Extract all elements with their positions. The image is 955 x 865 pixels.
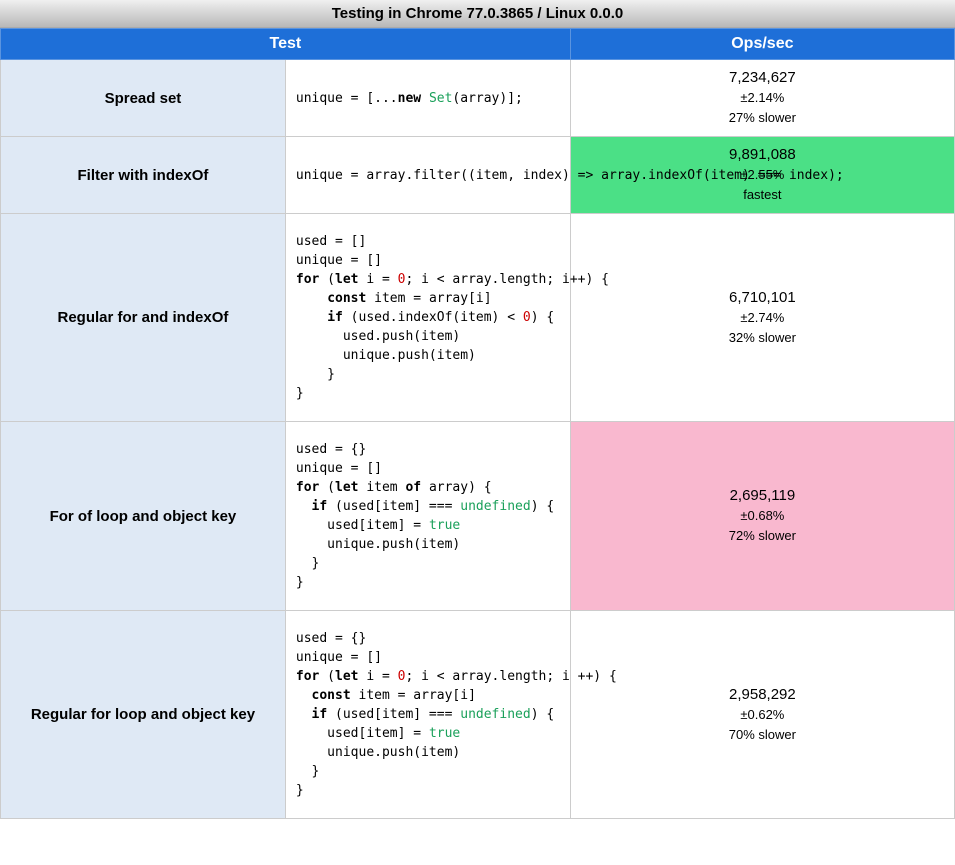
ops-value: 9,891,088 xyxy=(575,145,950,165)
table-row: Regular for and indexOfused = [] unique … xyxy=(1,214,955,422)
benchmark-table: Test Ops/sec Spread setunique = [...new … xyxy=(0,28,955,819)
ops-note: fastest xyxy=(575,185,950,205)
ops-margin: ±2.14% xyxy=(575,88,950,108)
test-code: used = {} unique = [] for (let item of a… xyxy=(285,422,570,611)
ops-margin: ±0.62% xyxy=(575,705,950,725)
test-name: Regular for and indexOf xyxy=(1,214,286,422)
ops-value: 6,710,101 xyxy=(575,288,950,308)
ops-cell: 2,695,119±0.68%72% slower xyxy=(570,422,954,611)
test-name: For of loop and object key xyxy=(1,422,286,611)
code-block: used = {} unique = [] for (let i = 0; i … xyxy=(286,611,570,818)
page-title: Testing in Chrome 77.0.3865 / Linux 0.0.… xyxy=(0,0,955,28)
test-code: unique = array.filter((item, index) => a… xyxy=(285,137,570,214)
ops-note: 27% slower xyxy=(575,108,950,128)
table-row: Spread setunique = [...new Set(array)];7… xyxy=(1,60,955,137)
ops-margin: ±0.68% xyxy=(575,506,950,526)
test-code: used = [] unique = [] for (let i = 0; i … xyxy=(285,214,570,422)
ops-note: 72% slower xyxy=(575,526,950,546)
ops-note: 32% slower xyxy=(575,328,950,348)
ops-cell: 6,710,101±2.74%32% slower xyxy=(570,214,954,422)
ops-cell: 7,234,627±2.14%27% slower xyxy=(570,60,954,137)
table-header-row: Test Ops/sec xyxy=(1,29,955,60)
test-name: Spread set xyxy=(1,60,286,137)
ops-value: 7,234,627 xyxy=(575,68,950,88)
ops-value: 2,958,292 xyxy=(575,685,950,705)
test-code: used = {} unique = [] for (let i = 0; i … xyxy=(285,611,570,819)
code-block: unique = array.filter((item, index) => a… xyxy=(286,148,570,203)
ops-cell: 2,958,292±0.62%70% slower xyxy=(570,611,954,819)
table-row: For of loop and object keyused = {} uniq… xyxy=(1,422,955,611)
ops-note: 70% slower xyxy=(575,725,950,745)
test-code: unique = [...new Set(array)]; xyxy=(285,60,570,137)
code-block: used = {} unique = [] for (let item of a… xyxy=(286,422,570,610)
test-name: Filter with indexOf xyxy=(1,137,286,214)
table-row: Regular for loop and object keyused = {}… xyxy=(1,611,955,819)
code-block: unique = [...new Set(array)]; xyxy=(286,71,570,126)
code-block: used = [] unique = [] for (let i = 0; i … xyxy=(286,214,570,421)
col-ops: Ops/sec xyxy=(570,29,954,60)
col-test: Test xyxy=(1,29,571,60)
table-row: Filter with indexOfunique = array.filter… xyxy=(1,137,955,214)
test-name: Regular for loop and object key xyxy=(1,611,286,819)
ops-margin: ±2.74% xyxy=(575,308,950,328)
ops-value: 2,695,119 xyxy=(575,486,950,506)
